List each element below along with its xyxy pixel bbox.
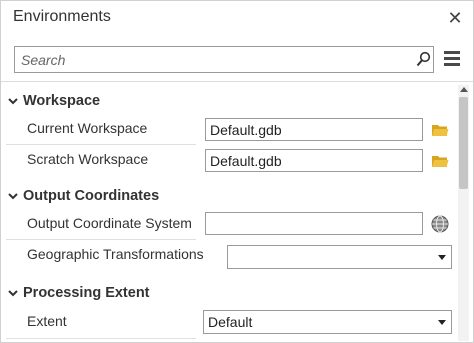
extent-dropdown[interactable]: Default: [203, 310, 452, 334]
row-label-extent: Extent: [27, 313, 67, 329]
chevron-down-icon: [8, 98, 18, 105]
search-icon[interactable]: [415, 51, 431, 68]
section-label: Workspace: [23, 93, 101, 109]
row-label-scratch-workspace: Scratch Workspace: [27, 151, 149, 167]
menu-icon-bar: [444, 57, 460, 60]
menu-button[interactable]: [441, 48, 463, 70]
scrollbar-thumb[interactable]: [459, 97, 468, 189]
menu-icon: [444, 51, 460, 54]
folder-icon[interactable]: [431, 154, 449, 168]
row-divider: [6, 338, 196, 339]
close-icon: ✕: [447, 8, 463, 28]
dropdown-arrow-icon: [438, 320, 446, 325]
section-label: Processing Extent: [23, 285, 150, 301]
current-workspace-field[interactable]: [205, 118, 423, 141]
row-label-geographic-transformations: Geographic Transformations: [27, 246, 204, 262]
section-label: Output Coordinates: [23, 188, 160, 204]
scratch-workspace-field[interactable]: [205, 149, 423, 172]
chevron-down-icon: [8, 290, 18, 297]
geographic-transformations-dropdown[interactable]: [227, 245, 452, 269]
title-bar: Environments ✕: [1, 1, 473, 37]
globe-icon[interactable]: [431, 215, 449, 233]
divider: [1, 81, 473, 82]
row-label-output-coordinate-system: Output Coordinate System: [27, 215, 192, 231]
search-input[interactable]: [15, 47, 407, 72]
scroll-up-arrow-icon[interactable]: [460, 87, 468, 92]
panel-title: Environments: [13, 8, 111, 25]
folder-icon[interactable]: [431, 123, 449, 137]
dropdown-value: Default: [208, 314, 253, 330]
row-divider: [6, 239, 196, 240]
search-box: [14, 46, 434, 73]
dropdown-arrow-icon: [438, 255, 446, 260]
environments-panel: Environments ✕ Workspace Current Workspa…: [0, 0, 474, 343]
menu-icon-bar: [444, 63, 460, 66]
row-divider: [6, 144, 196, 145]
row-label-current-workspace: Current Workspace: [27, 120, 148, 136]
close-button[interactable]: ✕: [443, 7, 467, 29]
output-coordinate-system-field[interactable]: [205, 212, 423, 235]
chevron-down-icon: [8, 193, 18, 200]
